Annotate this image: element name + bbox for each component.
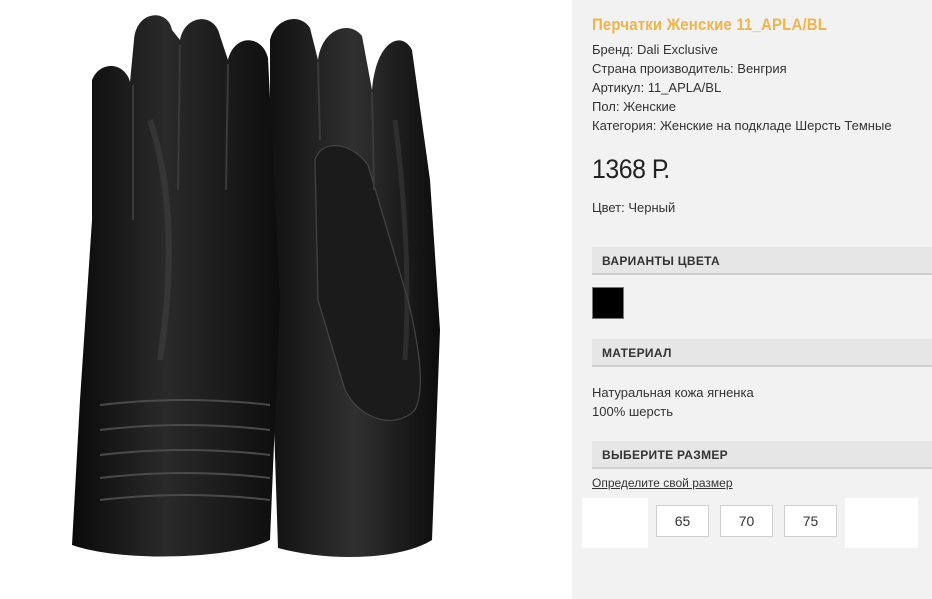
leather-gloves-photo xyxy=(72,15,440,558)
material-line: 100% шерсть xyxy=(592,404,673,419)
product-info-panel: Перчатки Женские 11_APLA/BL Бренд: Dali … xyxy=(572,0,932,599)
size-scroll-left[interactable] xyxy=(582,498,648,548)
size-option-75[interactable]: 75 xyxy=(784,505,837,537)
section-color-variants: ВАРИАНТЫ ЦВЕТА xyxy=(592,247,932,275)
product-image[interactable] xyxy=(0,0,572,576)
spec-brand: Бренд: Dali Exclusive xyxy=(592,42,718,57)
section-material-label: МАТЕРИАЛ xyxy=(602,346,672,360)
size-scroll-right[interactable] xyxy=(845,498,918,548)
size-option-70[interactable]: 70 xyxy=(720,505,773,537)
color-swatch-black[interactable] xyxy=(592,287,624,319)
size-option-65[interactable]: 65 xyxy=(656,505,709,537)
spec-category: Категория: Женские на подкладе Шерсть Те… xyxy=(592,118,892,133)
material-line: Натуральная кожа ягненка xyxy=(592,385,754,400)
product-title: Перчатки Женские 11_APLA/BL xyxy=(592,15,828,34)
spec-gender: Пол: Женские xyxy=(592,99,677,114)
image-bottom-strip xyxy=(0,576,572,599)
size-guide-link[interactable]: Определите свой размер xyxy=(592,476,733,490)
section-material: МАТЕРИАЛ xyxy=(592,339,932,367)
spec-country: Страна производитель: Венгрия xyxy=(592,61,787,76)
product-color: Цвет: Черный xyxy=(592,200,676,215)
product-price: 1368 Р. xyxy=(592,154,670,184)
spec-article: Артикул: 11_APLA/BL xyxy=(592,80,722,95)
section-color-variants-label: ВАРИАНТЫ ЦВЕТА xyxy=(602,254,720,268)
section-size-label: ВЫБЕРИТЕ РАЗМЕР xyxy=(602,448,728,462)
section-size: ВЫБЕРИТЕ РАЗМЕР xyxy=(592,441,932,469)
